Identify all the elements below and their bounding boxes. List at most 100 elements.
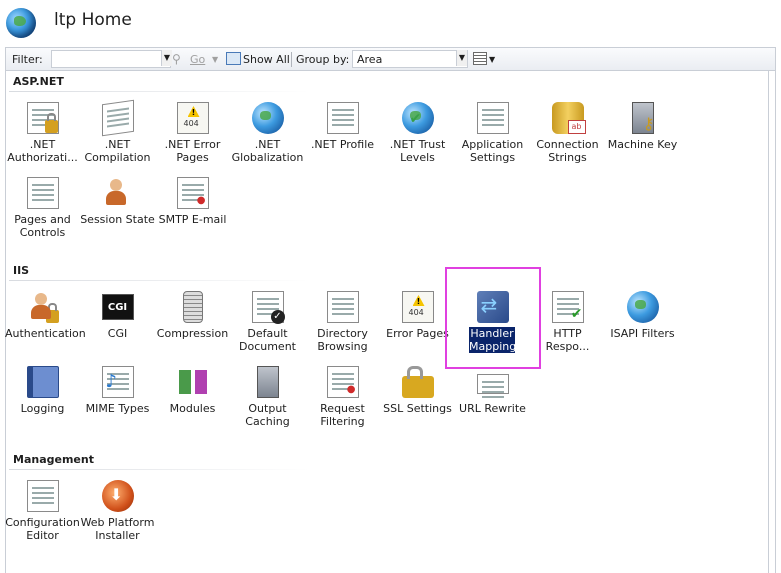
feature-label: Configuration Editor [5, 516, 80, 542]
feature-label: Web Platform Installer [80, 516, 155, 542]
session-state-icon [102, 177, 134, 209]
feature-label: .NET Globalization [231, 138, 304, 164]
logging-icon [26, 366, 59, 398]
feature-request-filtering[interactable]: Request Filtering [305, 366, 380, 436]
error-pages-icon [401, 291, 434, 323]
go-button[interactable]: Go [190, 53, 205, 66]
feature-label: Default Document [239, 327, 296, 353]
dotnet-trust-levels-icon [401, 102, 434, 134]
group-by-select[interactable]: Area [352, 50, 468, 68]
feature-compression[interactable]: Compression [155, 291, 230, 361]
feature-label: Connection Strings [536, 138, 599, 164]
feature-label: Error Pages [386, 327, 449, 340]
feature-dotnet-globalization[interactable]: .NET Globalization [230, 102, 305, 172]
feature-cgi[interactable]: CGI CGI [80, 291, 155, 361]
feature-web-platform-installer[interactable]: Web Platform Installer [80, 480, 155, 550]
group-divider [9, 91, 309, 92]
feature-http-response-headers[interactable]: HTTP Respo... [530, 291, 605, 361]
feature-ssl-settings[interactable]: SSL Settings [380, 366, 455, 436]
http-response-headers-icon [551, 291, 584, 323]
feature-connection-strings[interactable]: Connection Strings [530, 102, 605, 172]
application-settings-icon [476, 102, 509, 134]
feature-label: .NET Compilation [84, 138, 151, 164]
isapi-filters-icon [626, 291, 659, 323]
cgi-icon: CGI [101, 294, 134, 320]
group-divider [9, 280, 309, 281]
group-divider [9, 469, 309, 470]
feature-label: Application Settings [461, 138, 524, 164]
show-all-button[interactable]: Show All [243, 53, 290, 66]
toolbar-separator [291, 52, 292, 67]
dotnet-error-pages-icon [176, 102, 209, 134]
feature-machine-key[interactable]: Machine Key [605, 102, 680, 172]
feature-label: CGI [107, 327, 128, 340]
feature-label: Pages and Controls [14, 213, 71, 239]
feature-session-state[interactable]: Session State [80, 177, 155, 247]
feature-pages-and-controls[interactable]: Pages and Controls [5, 177, 80, 247]
feature-label: Machine Key [607, 138, 678, 151]
feature-label: URL Rewrite [459, 402, 526, 415]
feature-mime-types[interactable]: MIME Types [80, 366, 155, 436]
connection-strings-icon [551, 102, 586, 134]
group-header-aspnet: ASP.NET [13, 75, 64, 88]
url-rewrite-icon [476, 374, 509, 394]
feature-url-rewrite[interactable]: URL Rewrite [455, 366, 530, 436]
filter-toolbar: Filter: ▼ ⚲ Go ▼ Show All Group by: Area… [5, 47, 776, 71]
feature-error-pages[interactable]: Error Pages [380, 291, 455, 361]
feature-dotnet-compilation[interactable]: .NET Compilation [80, 99, 155, 172]
feature-directory-browsing[interactable]: Directory Browsing [305, 291, 380, 361]
filter-label: Filter: [12, 53, 43, 66]
go-binoculars-icon[interactable]: ⚲ [172, 52, 188, 66]
feature-dotnet-authorization[interactable]: .NET Authorizati... [5, 102, 80, 172]
feature-dotnet-profile[interactable]: .NET Profile [305, 102, 380, 172]
feature-dotnet-trust-levels[interactable]: .NET Trust Levels [380, 102, 455, 172]
go-dropdown-icon[interactable]: ▼ [212, 55, 218, 64]
feature-label: .NET Authorizati... [7, 138, 78, 164]
feature-label: Session State [80, 213, 155, 226]
feature-label: MIME Types [85, 402, 150, 415]
feature-modules[interactable]: Modules [155, 366, 230, 436]
feature-label: .NET Trust Levels [389, 138, 446, 164]
feature-label: Output Caching [245, 402, 290, 428]
feature-label: .NET Profile [310, 138, 375, 151]
feature-default-document[interactable]: Default Document [230, 291, 305, 361]
filter-dropdown-icon[interactable]: ▼ [161, 50, 172, 66]
feature-label: Request Filtering [320, 402, 365, 428]
group-by-dropdown-icon[interactable]: ▼ [456, 50, 467, 66]
default-document-icon [251, 291, 285, 324]
feature-label: ISAPI Filters [610, 327, 675, 340]
dotnet-compilation-icon [101, 99, 134, 137]
filter-input[interactable] [51, 50, 171, 68]
feature-label: HTTP Respo... [545, 327, 590, 353]
smtp-email-icon [176, 177, 209, 209]
view-mode-icon[interactable] [473, 52, 487, 65]
vertical-scrollbar[interactable] [768, 71, 776, 573]
group-header-management: Management [13, 453, 94, 466]
feature-authentication[interactable]: Authentication [5, 291, 86, 361]
dotnet-authorization-icon [26, 102, 59, 134]
page-title: ltp Home [54, 10, 132, 30]
feature-label: Logging [20, 402, 65, 415]
highlight-box [445, 267, 541, 369]
show-all-icon[interactable] [226, 52, 241, 65]
configuration-editor-icon [26, 480, 59, 512]
feature-dotnet-error-pages[interactable]: .NET Error Pages [155, 102, 230, 172]
feature-application-settings[interactable]: Application Settings [455, 102, 530, 172]
pages-and-controls-icon [26, 177, 59, 209]
machine-key-icon [631, 102, 655, 134]
feature-label: Authentication [5, 327, 86, 340]
feature-logging[interactable]: Logging [5, 366, 80, 436]
feature-label: SSL Settings [383, 402, 452, 415]
dotnet-profile-icon [326, 102, 359, 134]
feature-label: Directory Browsing [317, 327, 368, 353]
feature-label: .NET Error Pages [164, 138, 221, 164]
feature-smtp-email[interactable]: SMTP E-mail [155, 177, 230, 247]
compression-icon [182, 291, 203, 323]
feature-label: Compression [156, 327, 229, 340]
request-filtering-icon [326, 366, 359, 398]
view-dropdown-icon[interactable]: ▼ [489, 55, 495, 64]
feature-configuration-editor[interactable]: Configuration Editor [5, 480, 80, 550]
directory-browsing-icon [326, 291, 359, 323]
feature-output-caching[interactable]: Output Caching [230, 366, 305, 436]
feature-isapi-filters[interactable]: ISAPI Filters [605, 291, 680, 361]
